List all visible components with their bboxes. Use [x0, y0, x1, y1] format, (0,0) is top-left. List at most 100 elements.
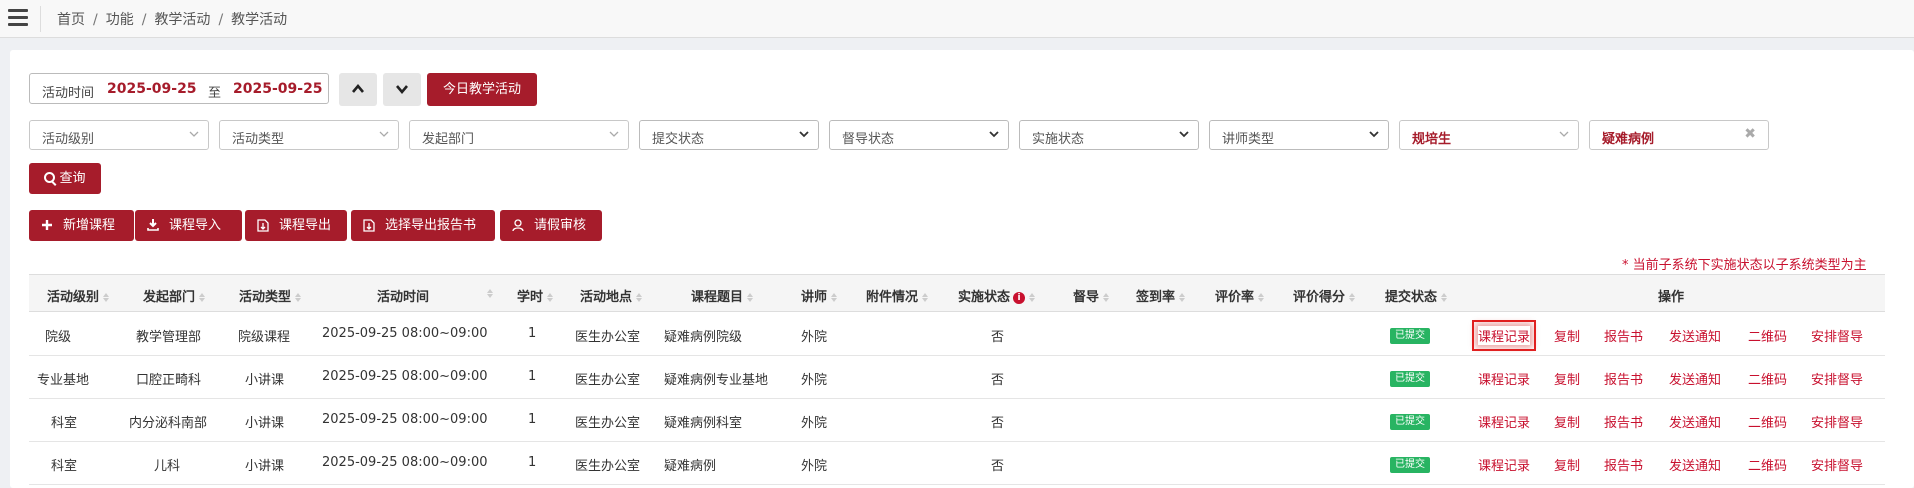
copy-link[interactable]: 复制	[1554, 455, 1580, 474]
table-row: 院级 教学管理部 院级课程 2025-09-25 08:00~09:00 1 医…	[29, 313, 1885, 356]
cell-topic: 疑难病例	[664, 459, 717, 474]
lecturer-type-select[interactable]: 讲师类型	[1209, 120, 1389, 150]
status-badge: 已提交	[1390, 328, 1430, 344]
cell-type: 小讲课	[245, 459, 285, 474]
case-type-value: 疑难病例	[1602, 132, 1655, 147]
sort-icon	[636, 293, 643, 302]
cell-type: 院级课程	[238, 330, 291, 345]
lecturer-type-value: 讲师类型	[1222, 132, 1275, 147]
qrcode-link[interactable]: 二维码	[1748, 412, 1787, 431]
cell-hours: 1	[528, 455, 537, 470]
implement-status-select[interactable]: 实施状态	[1019, 120, 1199, 150]
arrange-supervise-link[interactable]: 安排督导	[1811, 326, 1863, 345]
col-place[interactable]: 活动地点	[580, 286, 643, 305]
leave-review-button[interactable]: 请假审核	[500, 210, 602, 241]
prev-day-button[interactable]	[339, 73, 377, 106]
download-icon	[147, 219, 159, 231]
breadcrumb-teaching[interactable]: 教学活动	[154, 12, 210, 28]
cell-lecturer: 外院	[801, 459, 828, 474]
add-course-button[interactable]: 新增课程	[29, 210, 134, 241]
copy-link[interactable]: 复制	[1554, 326, 1580, 345]
arrange-supervise-link[interactable]: 安排督导	[1811, 369, 1863, 388]
col-hours[interactable]: 学时	[517, 286, 554, 305]
trainee-select[interactable]: 规培生	[1399, 120, 1579, 150]
leave-review-label: 请假审核	[534, 218, 587, 233]
cell-time: 2025-09-25 08:00~09:00	[322, 369, 488, 384]
arrange-supervise-link[interactable]: 安排督导	[1811, 412, 1863, 431]
cell-impl: 否	[991, 416, 1005, 431]
arrange-supervise-link[interactable]: 安排督导	[1811, 455, 1863, 474]
qrcode-link[interactable]: 二维码	[1748, 369, 1787, 388]
query-button[interactable]: 查询	[29, 163, 101, 194]
breadcrumb-function[interactable]: 功能	[106, 12, 134, 28]
submit-status-select[interactable]: 提交状态	[639, 120, 819, 150]
report-link[interactable]: 报告书	[1604, 326, 1643, 345]
sort-icon	[487, 289, 493, 298]
col-type[interactable]: 活动类型	[239, 286, 302, 305]
chevron-down-icon	[189, 131, 199, 137]
copy-link[interactable]: 复制	[1554, 412, 1580, 431]
sort-icon	[1179, 293, 1186, 302]
chevron-up-icon	[352, 83, 364, 93]
table-row: 科室 内分泌科南部 小讲课 2025-09-25 08:00~09:00 1 医…	[29, 399, 1885, 442]
sort-icon	[1349, 293, 1356, 302]
add-course-label: 新增课程	[63, 218, 116, 233]
col-dept[interactable]: 发起部门	[143, 286, 206, 305]
send-notice-link[interactable]: 发送通知	[1669, 326, 1721, 345]
col-signin[interactable]: 签到率	[1136, 286, 1186, 305]
course-record-link[interactable]: 课程记录	[1471, 320, 1537, 351]
sort-icon	[747, 293, 754, 302]
col-submit[interactable]: 提交状态	[1385, 286, 1448, 305]
sort-icon	[1441, 293, 1448, 302]
cell-topic: 疑难病例科室	[664, 416, 743, 431]
send-notice-link[interactable]: 发送通知	[1669, 412, 1721, 431]
col-lecturer[interactable]: 讲师	[801, 286, 838, 305]
col-impl[interactable]: 实施状态 i	[958, 286, 1036, 305]
cell-place: 医生办公室	[575, 330, 641, 345]
cell-type: 小讲课	[245, 416, 285, 431]
qrcode-link[interactable]: 二维码	[1748, 455, 1787, 474]
clear-icon[interactable]: ✖	[1744, 126, 1756, 142]
activity-type-placeholder: 活动类型	[232, 132, 285, 147]
copy-link[interactable]: 复制	[1554, 369, 1580, 388]
menu-toggle-icon[interactable]	[8, 9, 28, 27]
breadcrumb: 首页 / 功能 / 教学活动 / 教学活动	[57, 12, 288, 28]
case-type-select[interactable]: 疑难病例 ✖	[1589, 120, 1769, 150]
next-day-button[interactable]	[383, 73, 421, 106]
department-select[interactable]: 发起部门	[409, 120, 629, 150]
activity-level-placeholder: 活动级别	[42, 132, 95, 147]
date-to-input[interactable]: 2025-09-25	[233, 81, 323, 97]
sort-icon	[1103, 293, 1110, 302]
info-icon[interactable]: i	[1013, 291, 1026, 304]
col-level[interactable]: 活动级别	[47, 286, 110, 305]
supervise-status-value: 督导状态	[842, 132, 895, 147]
today-activity-button[interactable]: 今日教学活动	[427, 73, 537, 106]
col-time[interactable]: 活动时间	[377, 286, 429, 305]
date-range-field[interactable]: 活动时间 2025-09-25 至 2025-09-25	[29, 73, 329, 104]
course-record-link[interactable]: 课程记录	[1478, 369, 1530, 388]
export-course-button[interactable]: 课程导出	[245, 210, 347, 241]
send-notice-link[interactable]: 发送通知	[1669, 455, 1721, 474]
course-record-link[interactable]: 课程记录	[1478, 412, 1530, 431]
col-time-sort[interactable]	[483, 286, 493, 301]
report-link[interactable]: 报告书	[1604, 412, 1643, 431]
activity-type-select[interactable]: 活动类型	[219, 120, 399, 150]
col-rating[interactable]: 评价率	[1215, 286, 1265, 305]
cell-dept: 教学管理部	[136, 330, 202, 345]
report-link[interactable]: 报告书	[1604, 455, 1643, 474]
date-to-label: 至	[208, 86, 222, 101]
import-course-button[interactable]: 课程导入	[135, 210, 242, 241]
col-attach[interactable]: 附件情况	[866, 286, 929, 305]
date-from-input[interactable]: 2025-09-25	[107, 81, 197, 97]
course-record-link[interactable]: 课程记录	[1478, 455, 1530, 474]
col-topic[interactable]: 课程题目	[691, 286, 754, 305]
breadcrumb-home[interactable]: 首页	[57, 12, 85, 28]
qrcode-link[interactable]: 二维码	[1748, 326, 1787, 345]
activity-level-select[interactable]: 活动级别	[29, 120, 209, 150]
report-link[interactable]: 报告书	[1604, 369, 1643, 388]
supervise-status-select[interactable]: 督导状态	[829, 120, 1009, 150]
send-notice-link[interactable]: 发送通知	[1669, 369, 1721, 388]
col-score[interactable]: 评价得分	[1293, 286, 1356, 305]
col-supervise[interactable]: 督导	[1073, 286, 1110, 305]
export-report-button[interactable]: 选择导出报告书	[351, 210, 495, 241]
